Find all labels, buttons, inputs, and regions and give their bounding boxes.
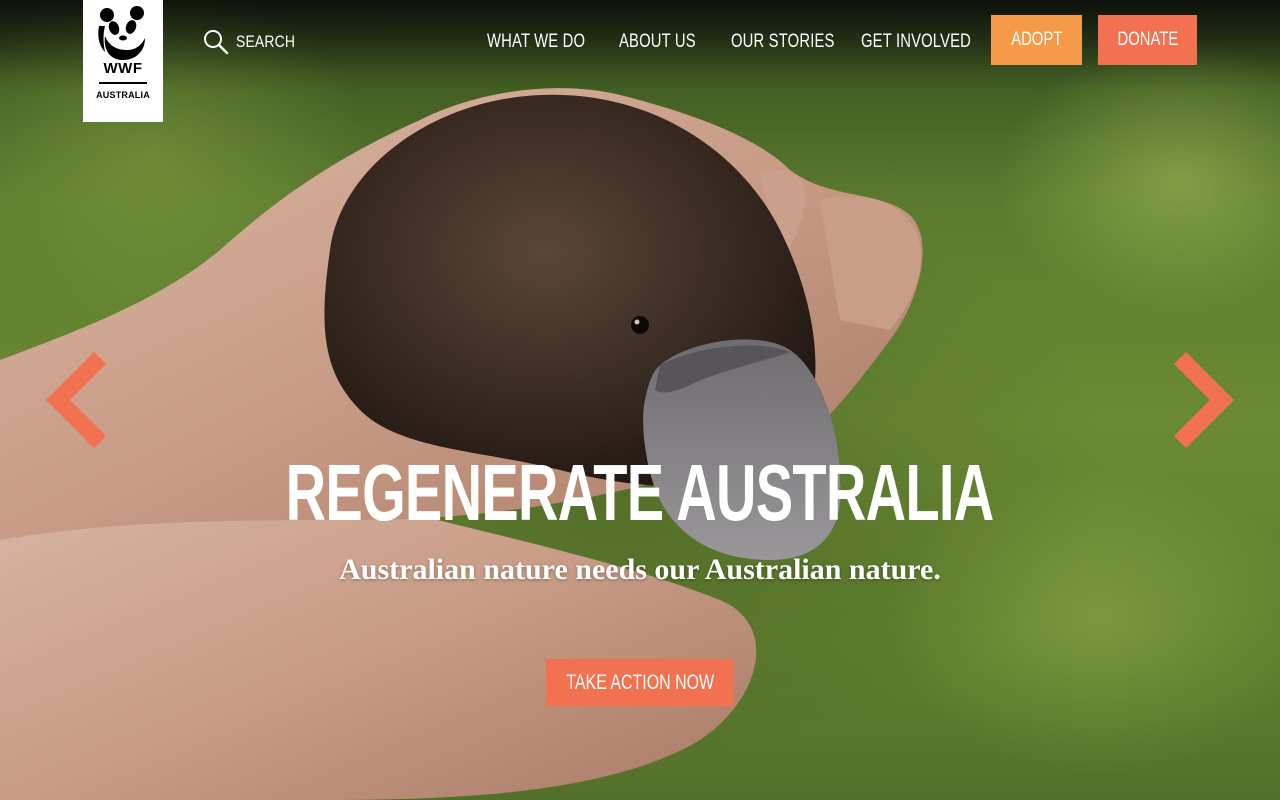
chevron-left-icon — [45, 351, 107, 449]
take-action-button[interactable]: TAKE ACTION NOW — [546, 659, 734, 706]
carousel-prev-button[interactable] — [42, 350, 108, 450]
wwf-logo[interactable]: WWF AUSTRALIA — [83, 0, 163, 122]
adopt-button[interactable]: ADOPT — [991, 15, 1082, 65]
search-button[interactable]: SEARCH — [203, 28, 308, 56]
hero-title: REGENERATE AUSTRALIA — [0, 448, 1280, 538]
nav-item-our-stories[interactable]: OUR STORIES — [731, 28, 835, 56]
chevron-right-icon — [1173, 351, 1235, 449]
panda-logo-icon — [98, 6, 145, 60]
hero-subtitle: Australian nature needs our Australian n… — [339, 553, 941, 586]
logo-wordmark: WWF — [103, 60, 143, 77]
nav-item-about-us[interactable]: ABOUT US — [619, 28, 696, 56]
donate-button[interactable]: DONATE — [1098, 15, 1197, 65]
search-icon — [204, 30, 229, 55]
donate-button-label: DONATE — [1117, 29, 1178, 50]
logo-divider — [99, 82, 147, 84]
nav-item-what-we-do[interactable]: WHAT WE DO — [487, 28, 585, 56]
hero-title-text: REGENERATE AUSTRALIA — [286, 448, 994, 537]
adopt-button-label: ADOPT — [1010, 29, 1063, 50]
logo-country: AUSTRALIA — [96, 90, 150, 100]
search-label: SEARCH — [236, 32, 296, 51]
nav-item-get-involved[interactable]: GET INVOLVED — [861, 28, 971, 56]
take-action-label: TAKE ACTION NOW — [566, 670, 714, 694]
carousel-next-button[interactable] — [1172, 350, 1238, 450]
